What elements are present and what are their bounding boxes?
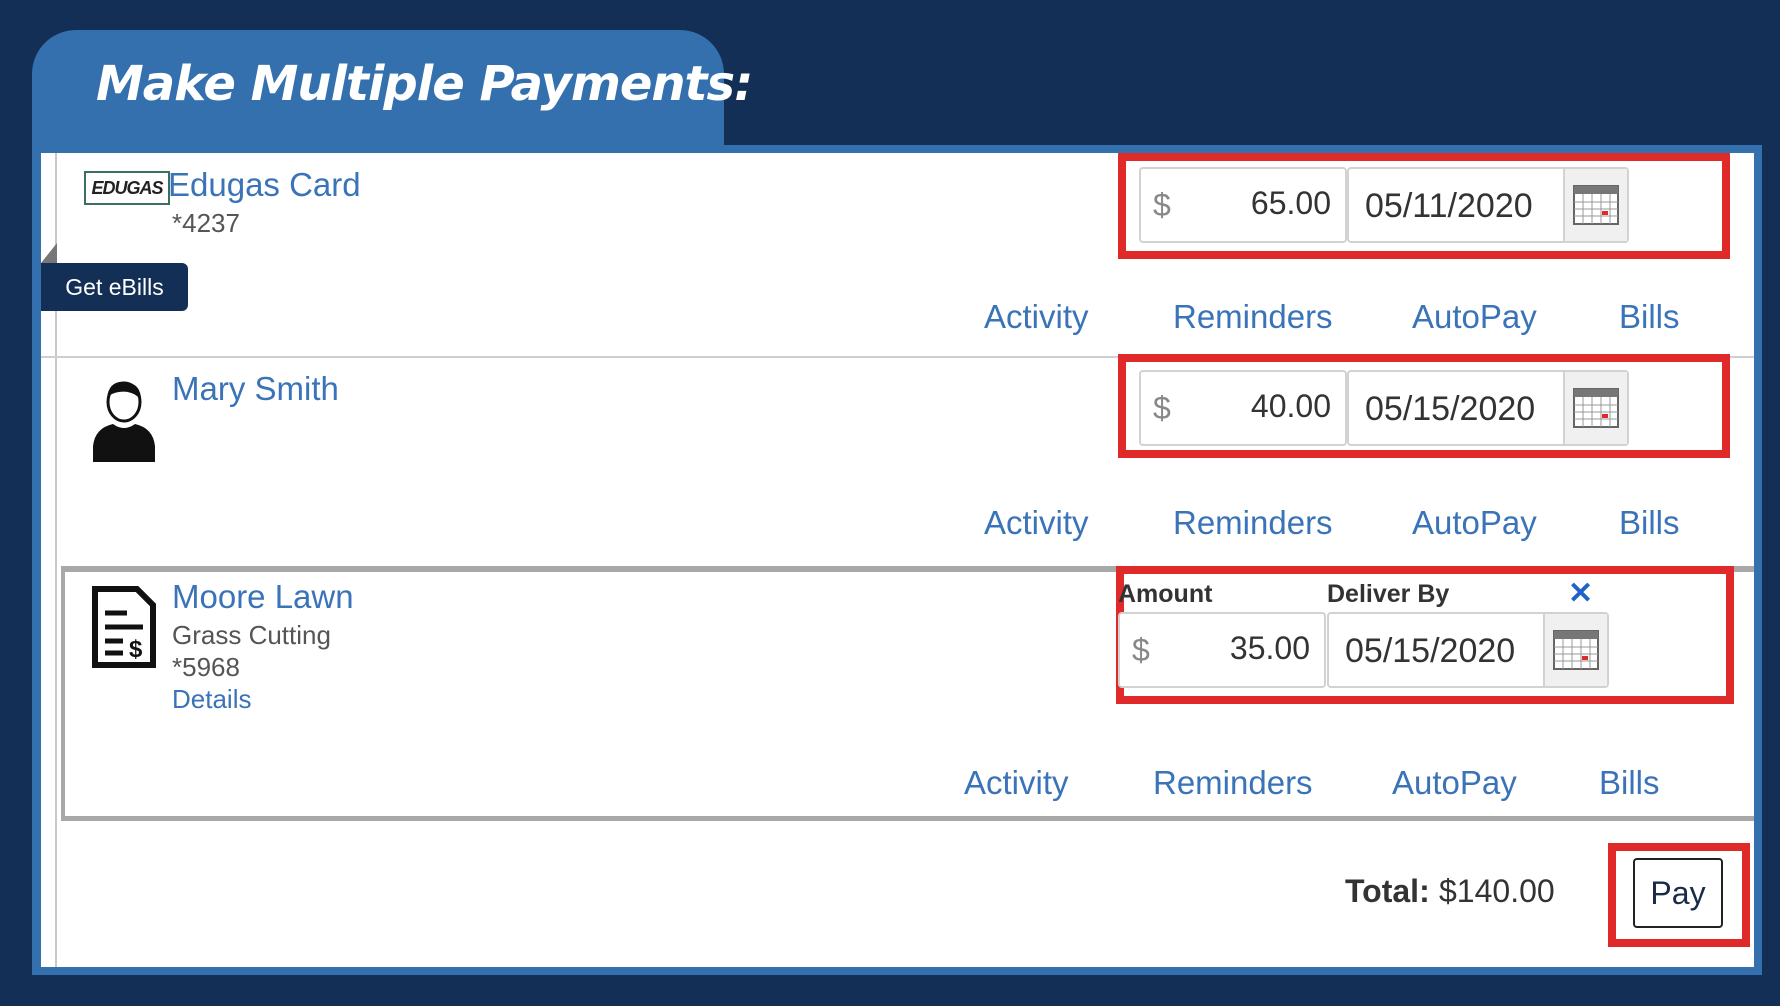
bills-link[interactable]: Bills	[1619, 504, 1680, 542]
date-input[interactable]: 05/15/2020	[1347, 370, 1629, 446]
payee-name-link[interactable]: Mary Smith	[172, 370, 339, 408]
edugas-logo: EDUGAS	[84, 171, 170, 205]
calendar-icon[interactable]	[1563, 169, 1627, 241]
calendar-icon[interactable]	[1563, 372, 1627, 444]
reminders-link[interactable]: Reminders	[1153, 764, 1313, 802]
calendar-icon[interactable]	[1543, 614, 1607, 686]
ebills-notch	[41, 243, 57, 263]
bill-document-icon: $	[89, 585, 159, 674]
autopay-link[interactable]: AutoPay	[1412, 504, 1537, 542]
currency-symbol: $	[1132, 632, 1150, 668]
amount-label: Amount	[1118, 580, 1213, 608]
date-value: 05/15/2020	[1365, 390, 1536, 428]
date-value: 05/11/2020	[1365, 187, 1533, 225]
date-input[interactable]: 05/15/2020	[1327, 612, 1609, 688]
autopay-link[interactable]: AutoPay	[1392, 764, 1517, 802]
payees-panel: EDUGAS Edugas Card *4237 Get eBills $ 65…	[41, 153, 1754, 967]
bills-link[interactable]: Bills	[1599, 764, 1660, 802]
activity-link[interactable]: Activity	[984, 504, 1089, 542]
autopay-link[interactable]: AutoPay	[1412, 298, 1537, 336]
date-value: 05/15/2020	[1345, 632, 1516, 670]
payee-account: *4237	[172, 208, 240, 238]
amount-input[interactable]: $ 35.00	[1118, 612, 1326, 688]
reminders-link[interactable]: Reminders	[1173, 504, 1333, 542]
reminders-link[interactable]: Reminders	[1173, 298, 1333, 336]
amount-value: 40.00	[1250, 388, 1331, 424]
payee-row-mary-smith: Mary Smith $ 40.00 05/15/2020 Activity R…	[41, 354, 1754, 558]
amount-input[interactable]: $ 40.00	[1139, 370, 1347, 446]
currency-symbol: $	[1153, 187, 1171, 223]
payee-name-link[interactable]: Edugas Card	[168, 166, 361, 204]
payee-account: *5968	[172, 652, 240, 682]
svg-text:$: $	[129, 636, 143, 663]
total-label: Total:	[1345, 873, 1430, 909]
close-icon[interactable]: ✕	[1568, 576, 1593, 611]
total-value: $140.00	[1439, 873, 1555, 909]
date-input[interactable]: 05/11/2020	[1347, 167, 1629, 243]
details-link[interactable]: Details	[172, 684, 251, 715]
payee-category: Grass Cutting	[172, 620, 331, 650]
deliver-by-label: Deliver By	[1327, 580, 1450, 608]
get-ebills-button[interactable]: Get eBills	[41, 263, 188, 311]
amount-input[interactable]: $ 65.00	[1139, 167, 1347, 243]
person-icon	[89, 378, 159, 467]
currency-symbol: $	[1153, 390, 1171, 426]
activity-link[interactable]: Activity	[964, 764, 1069, 802]
bills-link[interactable]: Bills	[1619, 298, 1680, 336]
activity-link[interactable]: Activity	[984, 298, 1089, 336]
payee-row-moore-lawn: $ Moore Lawn Grass Cutting *5968 Details…	[61, 566, 1754, 821]
amount-value: 35.00	[1229, 630, 1310, 666]
pay-button[interactable]: Pay	[1633, 858, 1723, 928]
page-title: Make Multiple Payments:	[96, 56, 753, 112]
amount-value: 65.00	[1250, 185, 1331, 221]
payee-name-link[interactable]: Moore Lawn	[172, 578, 354, 616]
payee-row-edugas: EDUGAS Edugas Card *4237 Get eBills $ 65…	[41, 153, 1754, 358]
